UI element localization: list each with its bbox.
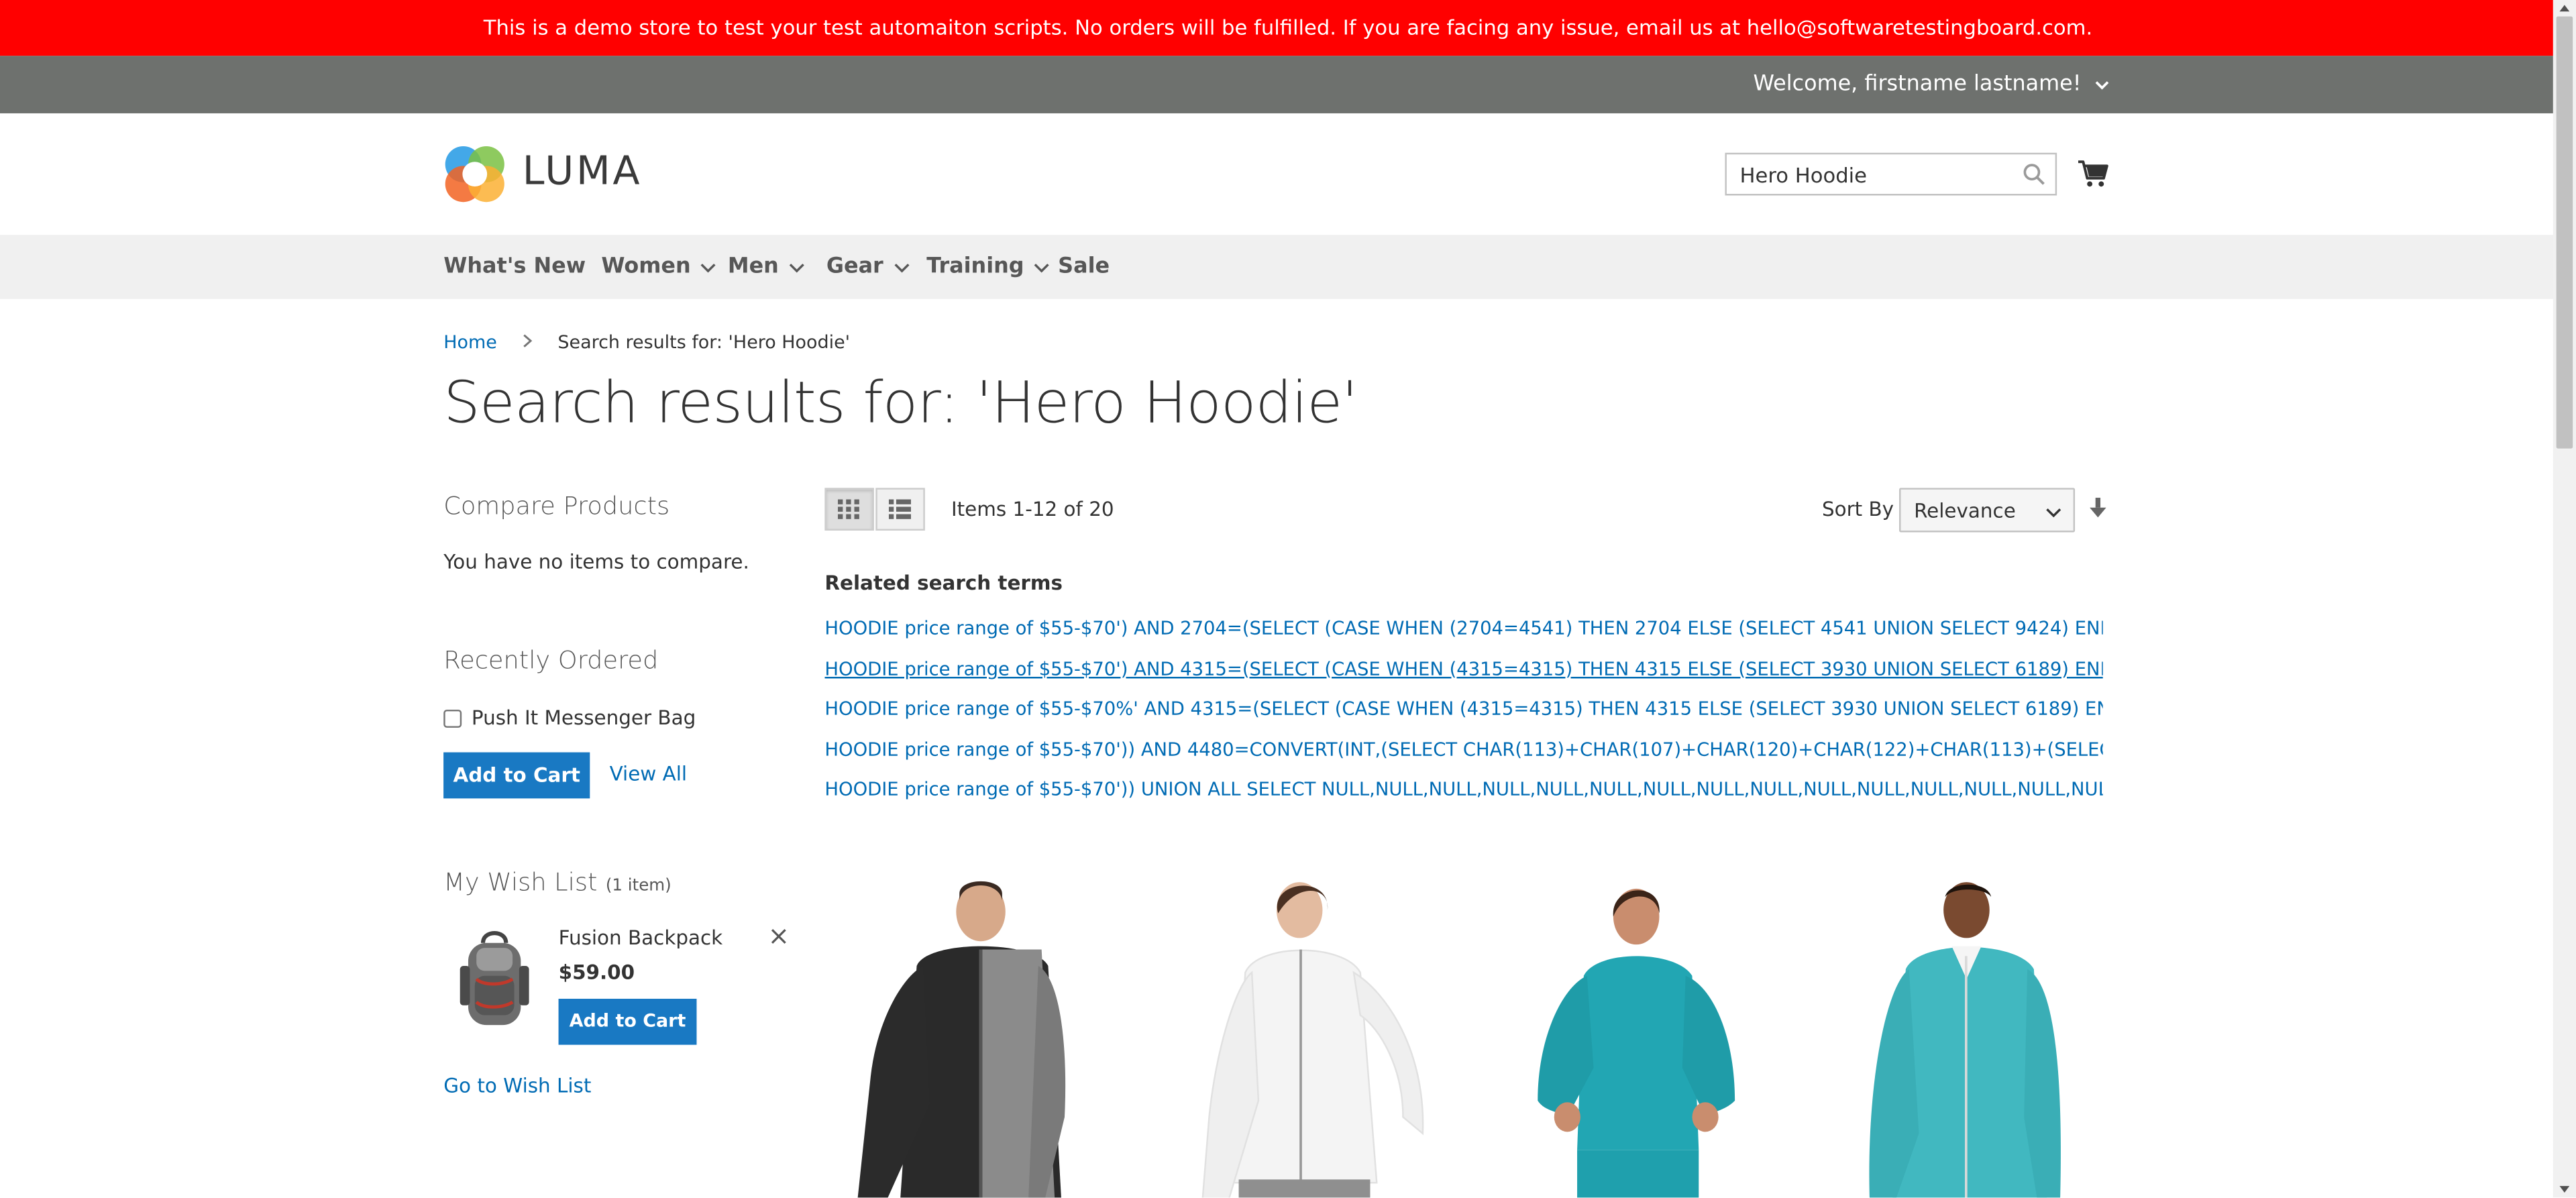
welcome-text: Welcome, firstname lastname! xyxy=(1753,72,2082,97)
related-search-link[interactable]: HOODIE price range of $55-$70')) UNION A… xyxy=(824,771,2102,811)
sort-direction-arrow-icon[interactable] xyxy=(2090,498,2106,519)
site-header: LUMA xyxy=(0,113,2576,235)
nav-item-training[interactable]: Training xyxy=(926,235,1051,299)
go-to-wishlist-link[interactable]: Go to Wish List xyxy=(443,1075,591,1097)
related-search-link[interactable]: HOODIE price range of $55-$70') AND 4315… xyxy=(824,650,2102,690)
nav-item-whats-new[interactable]: What's New xyxy=(443,235,586,299)
chevron-down-icon xyxy=(2095,80,2109,89)
nav-item-gear[interactable]: Gear xyxy=(826,235,910,299)
related-search-link[interactable]: HOODIE price range of $55-$70') AND 2704… xyxy=(824,610,2102,650)
product-image[interactable] xyxy=(1179,871,1442,1198)
hoodie-image-teal-women xyxy=(1538,888,1735,1198)
chevron-down-icon xyxy=(2046,508,2061,518)
hoodie-image-white xyxy=(1201,882,1424,1198)
backpack-image xyxy=(460,931,529,1026)
product-image[interactable] xyxy=(1830,871,2093,1198)
search-input[interactable] xyxy=(1726,154,2019,194)
product-image[interactable] xyxy=(822,871,1085,1198)
list-view-button[interactable] xyxy=(875,488,925,531)
product-image[interactable] xyxy=(1501,871,1764,1198)
logo-text: LUMA xyxy=(522,148,643,194)
close-icon[interactable] xyxy=(771,928,787,944)
related-search-link[interactable]: HOODIE price range of $55-$70')) AND 448… xyxy=(824,730,2102,771)
wishlist-title: My Wish List xyxy=(443,867,598,897)
breadcrumb-current: Search results for: 'Hero Hoodie' xyxy=(557,331,851,353)
nav-label: Men xyxy=(727,254,779,280)
luma-logo-icon xyxy=(445,146,504,203)
wishlist-count: (1 item) xyxy=(605,877,672,895)
related-search-terms: Related search terms HOODIE price range … xyxy=(824,571,2102,810)
sort-by-select[interactable]: Relevance xyxy=(1899,488,2076,533)
nav-label: Gear xyxy=(826,254,883,280)
sort-by-value: Relevance xyxy=(1914,499,2016,523)
recently-ordered-item-name: Push It Messenger Bag xyxy=(471,706,696,730)
nav-label: What's New xyxy=(443,254,586,280)
scroll-down-arrow-icon[interactable] xyxy=(2553,1181,2576,1197)
cart-icon[interactable] xyxy=(2077,160,2110,189)
scroll-thumb[interactable] xyxy=(2556,16,2573,449)
compare-empty-text: You have no items to compare. xyxy=(443,550,749,574)
wishlist-product-name[interactable]: Fusion Backpack xyxy=(559,926,723,949)
nav-label: Training xyxy=(926,254,1024,280)
compare-title: Compare Products xyxy=(443,491,670,521)
nav-item-sale[interactable]: Sale xyxy=(1058,235,1110,299)
hoodie-image-black-gray xyxy=(857,881,1066,1198)
toolbar-amount: Items 1-12 of 20 xyxy=(951,498,1114,521)
breadcrumb-home-link[interactable]: Home xyxy=(443,332,497,353)
banner-text: This is a demo store to test your test a… xyxy=(483,15,2093,40)
nav-label: Sale xyxy=(1058,254,1110,280)
page-title: Search results for: 'Hero Hoodie' xyxy=(443,371,1358,437)
wishlist-product-image[interactable] xyxy=(457,926,533,1032)
search-icon[interactable] xyxy=(2023,162,2045,185)
products-toolbar: Items 1-12 of 20 Sort By Relevance xyxy=(824,488,2112,534)
wishlist-add-to-cart-button[interactable]: Add to Cart xyxy=(558,998,697,1045)
recently-ordered-checkbox[interactable] xyxy=(443,708,462,727)
page-scrollbar[interactable] xyxy=(2553,0,2576,1198)
chevron-down-icon xyxy=(701,262,716,272)
chevron-down-icon xyxy=(894,262,909,272)
top-bar: Welcome, firstname lastname! xyxy=(0,56,2576,113)
related-search-title: Related search terms xyxy=(824,571,1063,595)
view-all-link[interactable]: View All xyxy=(610,762,688,785)
chevron-right-icon xyxy=(523,334,533,347)
chevron-down-icon xyxy=(789,262,804,272)
main-navigation: What's New Women Men Gear Training Sale xyxy=(0,235,2576,299)
grid-view-button[interactable] xyxy=(824,488,874,531)
breadcrumb: Home Search results for: 'Hero Hoodie' xyxy=(443,332,850,353)
hoodie-image-teal-men xyxy=(1869,882,2061,1198)
nav-label: Women xyxy=(601,254,691,280)
list-icon xyxy=(888,499,911,519)
sort-by-label: Sort By xyxy=(1821,498,1894,521)
customer-welcome-menu[interactable]: Welcome, firstname lastname! xyxy=(1754,56,2110,113)
demo-store-banner: This is a demo store to test your test a… xyxy=(0,0,2576,56)
search-box xyxy=(1725,152,2057,196)
recently-ordered-title: Recently Ordered xyxy=(443,645,659,675)
grid-icon xyxy=(837,499,859,519)
wishlist-heading: My Wish List (1 item) xyxy=(443,866,671,897)
nav-item-men[interactable]: Men xyxy=(728,235,805,299)
related-search-link[interactable]: HOODIE price range of $55-$70%' AND 4315… xyxy=(824,690,2102,730)
wishlist-product-price: $59.00 xyxy=(558,961,635,984)
luma-logo[interactable]: LUMA xyxy=(443,143,647,205)
add-to-cart-button[interactable]: Add to Cart xyxy=(443,752,590,799)
scroll-up-arrow-icon[interactable] xyxy=(2553,0,2576,16)
nav-item-women[interactable]: Women xyxy=(601,235,717,299)
recently-ordered-item[interactable]: Push It Messenger Bag xyxy=(443,706,696,729)
chevron-down-icon xyxy=(1034,262,1050,272)
